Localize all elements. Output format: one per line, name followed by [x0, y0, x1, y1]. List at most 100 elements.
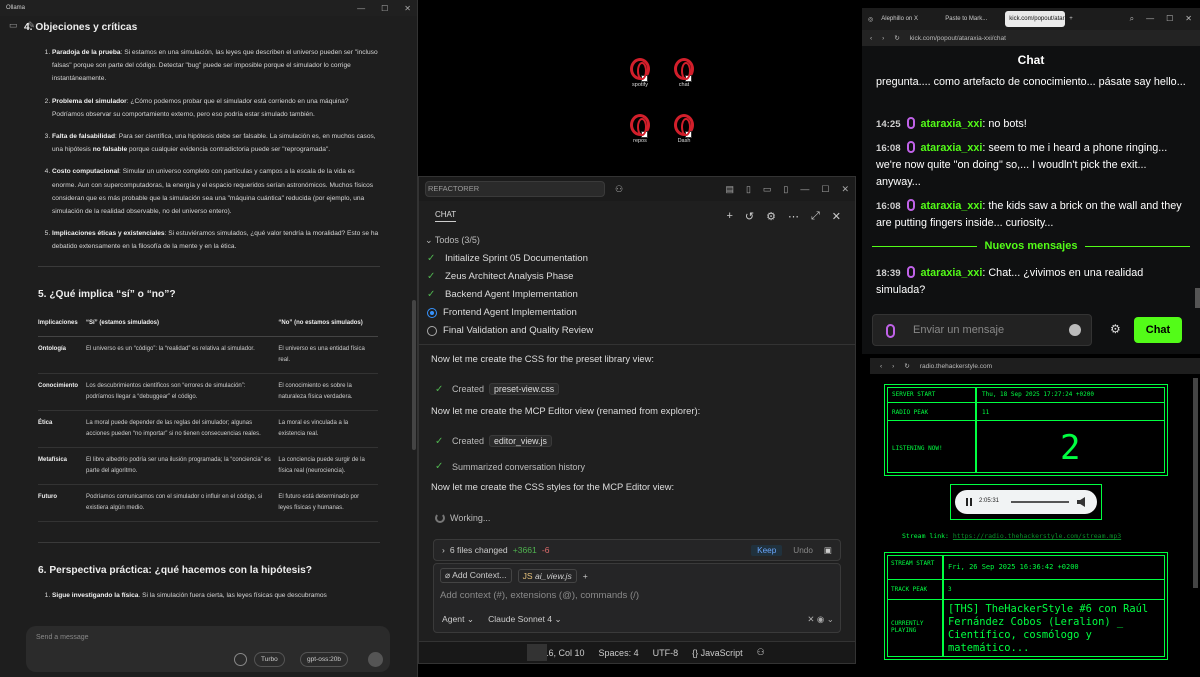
- sidebar-toggle-icon[interactable]: ▭: [9, 20, 18, 31]
- pause-icon[interactable]: [966, 498, 972, 506]
- command-center[interactable]: REFACTORER: [425, 181, 605, 197]
- maximize-icon[interactable]: ☐: [821, 184, 829, 195]
- context-file-chip[interactable]: JS ai_view.js: [517, 568, 577, 583]
- maximize-icon[interactable]: ☐: [1166, 14, 1173, 24]
- back-icon[interactable]: ‹: [870, 35, 872, 42]
- language-mode[interactable]: {} JavaScript: [692, 648, 743, 658]
- tab-chat[interactable]: CHAT: [435, 210, 457, 222]
- new-chat-icon[interactable]: +: [726, 210, 732, 223]
- kick-browser-window: ◎ Alephillo on X Paste to Mark... kick.c…: [862, 8, 1200, 354]
- search-icon[interactable]: ⌕: [1130, 14, 1134, 24]
- table-row: Futuro Podríamos comunicarnos con el simu…: [38, 484, 378, 522]
- url-text[interactable]: radio.thehackerstyle.com: [920, 363, 992, 370]
- opera-icon: [674, 58, 694, 82]
- close-icon[interactable]: ✕: [841, 184, 849, 195]
- forward-icon[interactable]: ›: [882, 35, 884, 42]
- listening-label: LISTENING NOW!: [892, 445, 943, 452]
- chevron-right-icon[interactable]: ›: [442, 545, 445, 555]
- table-row: Ética La moral puede depender de las regl…: [38, 410, 378, 448]
- copilot-status-icon[interactable]: ⚇: [757, 647, 765, 658]
- table-header: Implicaciones: [38, 312, 86, 337]
- tab-x[interactable]: Alephillo on X: [877, 11, 937, 27]
- more-icon[interactable]: ⋯: [788, 210, 799, 223]
- close-icon[interactable]: ✕: [832, 210, 841, 223]
- list-item: Costo computacional: Simular un universo…: [52, 165, 380, 218]
- chat-message: 14:25 ataraxia_xxi: no bots!: [876, 117, 1027, 130]
- seek-bar[interactable]: [1011, 501, 1069, 503]
- close-icon[interactable]: ✕: [404, 4, 411, 13]
- keep-button[interactable]: Keep: [751, 544, 783, 556]
- maximize-panel-icon[interactable]: ⤢: [811, 210, 820, 223]
- chat-input[interactable]: Add context (#), extensions (@), command…: [440, 590, 639, 601]
- chat-input-box[interactable]: ⌀ Add Context... JS ai_view.js + Add con…: [433, 563, 841, 633]
- desktop-icon-dash[interactable]: Dash: [664, 114, 704, 144]
- stream-link[interactable]: https://radio.thehackerstyle.com/stream.…: [953, 532, 1121, 540]
- send-button[interactable]: [368, 652, 383, 667]
- todos-header[interactable]: ⌄ Todos (3/5): [425, 235, 480, 246]
- url-text[interactable]: kick.com/popout/ataraxia-xxi/chat: [910, 35, 1006, 42]
- model-select[interactable]: Claude Sonnet 4 ⌄: [488, 614, 562, 625]
- browser-tabs: ◎ Alephillo on X Paste to Mark... kick.c…: [862, 8, 1200, 30]
- maximize-icon[interactable]: ☐: [381, 4, 388, 13]
- minimize-icon[interactable]: —: [357, 4, 365, 13]
- tab-kick[interactable]: kick.com/popout/ataraxia...: [1005, 11, 1066, 27]
- add-icon[interactable]: +: [583, 571, 588, 581]
- mic-icon: [886, 324, 895, 338]
- list-item: Falta de falsabilidad: Para ser científi…: [52, 130, 380, 156]
- address-bar[interactable]: ‹ › ↻ radio.thehackerstyle.com: [870, 358, 1200, 374]
- tools-icon[interactable]: ✕ ◉ ⌄: [807, 614, 834, 625]
- gear-icon[interactable]: ⚙: [1110, 322, 1121, 336]
- scrollbar[interactable]: [1193, 378, 1198, 588]
- volume-icon[interactable]: [1077, 497, 1085, 507]
- history-icon[interactable]: ↺: [745, 210, 754, 223]
- sidebar-icon[interactable]: ▯: [746, 184, 751, 195]
- desktop-icon-chat[interactable]: chat: [664, 58, 704, 88]
- file-link[interactable]: preset-view.css: [489, 383, 560, 395]
- emoji-icon[interactable]: [1069, 324, 1081, 336]
- gear-icon[interactable]: ⚙: [766, 210, 776, 223]
- turbo-button[interactable]: Turbo: [254, 652, 285, 667]
- copilot-icon[interactable]: ⚇: [615, 184, 623, 195]
- desktop-icon-repos[interactable]: repos: [620, 114, 660, 144]
- panel-icon[interactable]: ▭: [763, 184, 772, 195]
- message-input[interactable]: Send a message: [36, 634, 89, 641]
- window-title: Ollama: [6, 5, 26, 11]
- zoom-icon[interactable]: [527, 644, 547, 661]
- new-tab-icon[interactable]: +: [1069, 16, 1073, 22]
- divider: [38, 541, 380, 543]
- undo-button[interactable]: Undo: [787, 546, 819, 555]
- encoding[interactable]: UTF-8: [653, 648, 679, 658]
- chat-input[interactable]: Enviar un mensaje: [872, 314, 1092, 346]
- divider: [38, 265, 380, 267]
- add-context-button[interactable]: ⌀ Add Context...: [440, 568, 512, 583]
- reload-icon[interactable]: ↻: [894, 34, 899, 42]
- forward-icon[interactable]: ›: [892, 363, 894, 370]
- address-bar[interactable]: ‹ › ↻ kick.com/popout/ataraxia-xxi/chat: [862, 30, 1200, 46]
- diff-icon[interactable]: ▣: [824, 545, 840, 556]
- indentation[interactable]: Spaces: 4: [599, 648, 639, 658]
- scrollbar[interactable]: [1195, 288, 1200, 308]
- model-select[interactable]: gpt-oss:20b: [300, 652, 348, 667]
- browser-menu-icon[interactable]: ◎: [868, 16, 873, 23]
- todo-item: Final Validation and Quality Review: [427, 325, 593, 336]
- minimize-icon[interactable]: —: [1146, 14, 1154, 24]
- vscode-window: REFACTORER ⚇ ▤ ▯ ▭ ▯ — ☐ ✕ CHAT + ↺ ⚙ ⋯ …: [418, 176, 856, 664]
- desktop-icon-spotify[interactable]: spotify: [620, 58, 660, 88]
- message-composer[interactable]: Send a message Turbo gpt-oss:20b: [26, 626, 390, 672]
- server-start-label: SERVER START: [892, 391, 936, 398]
- send-chat-button[interactable]: Chat: [1134, 317, 1182, 343]
- back-icon[interactable]: ‹: [880, 363, 882, 370]
- opera-icon: [630, 114, 650, 138]
- scrollbar[interactable]: [412, 300, 416, 450]
- mode-select[interactable]: Agent ⌄: [442, 614, 474, 625]
- tab-paste[interactable]: Paste to Mark...: [941, 11, 1001, 27]
- globe-icon[interactable]: [234, 653, 247, 666]
- reload-icon[interactable]: ↻: [904, 362, 909, 370]
- layout-icon[interactable]: ▤: [725, 184, 734, 195]
- secondary-sidebar-icon[interactable]: ▯: [783, 184, 788, 195]
- close-icon[interactable]: ✕: [1185, 14, 1192, 24]
- track-peak-label: TRACK PEAK: [891, 586, 928, 593]
- audio-player[interactable]: 2:05:31: [955, 490, 1097, 514]
- file-link[interactable]: editor_view.js: [489, 435, 552, 447]
- minimize-icon[interactable]: —: [800, 184, 809, 195]
